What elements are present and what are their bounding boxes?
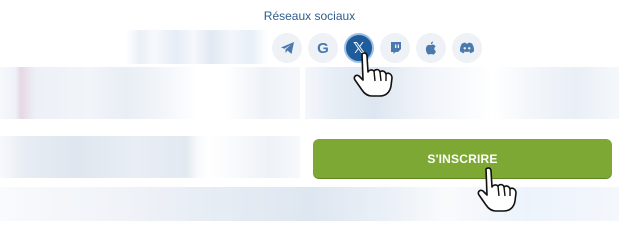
discord-icon	[459, 42, 475, 54]
register-button[interactable]: S'INSCRIRE	[313, 139, 612, 178]
google-button[interactable]: G	[308, 33, 338, 63]
telegram-icon	[280, 41, 295, 55]
telegram-button[interactable]	[272, 33, 302, 63]
google-icon: G	[317, 39, 329, 57]
pixelated-field-lower	[0, 136, 300, 178]
social-networks-title: Réseaux sociaux	[263, 9, 356, 23]
discord-button[interactable]	[452, 33, 482, 63]
apple-button[interactable]	[416, 33, 446, 63]
hand-cursor-icon	[476, 165, 528, 218]
apple-icon	[425, 41, 437, 55]
hand-cursor-icon	[352, 50, 404, 103]
pixelated-placeholder	[126, 30, 268, 64]
pixelated-field-left	[0, 67, 300, 119]
